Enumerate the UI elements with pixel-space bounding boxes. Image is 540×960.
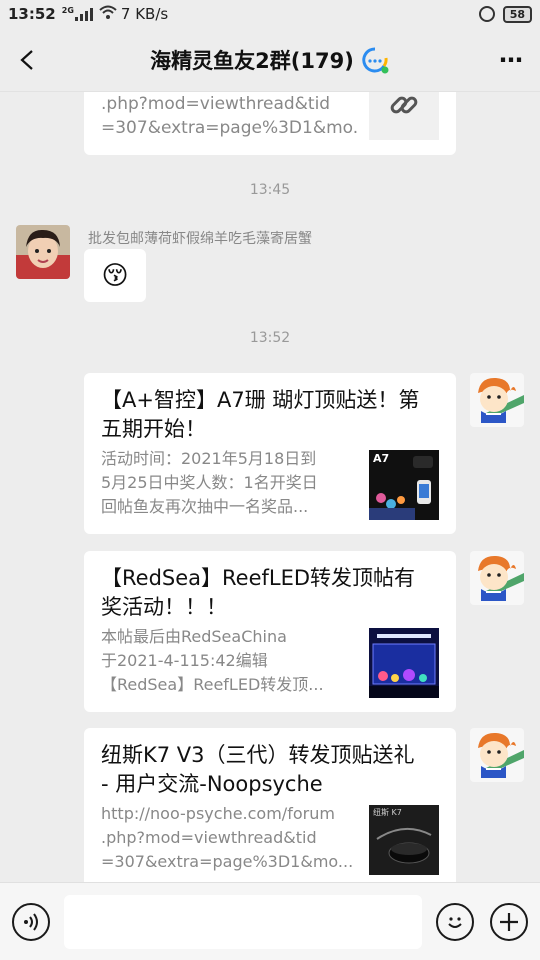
- status-time: 13:52: [8, 5, 56, 23]
- network-type: 2G: [61, 6, 74, 15]
- card-title-line: 奖活动！！！: [101, 595, 227, 619]
- card-title-line: 【RedSea】ReefLED转发顶帖有: [101, 566, 416, 590]
- my-avatar[interactable]: [470, 373, 524, 427]
- card-thumbnail: 纽斯 K7: [369, 805, 439, 875]
- more-dots-icon: ⋯: [499, 45, 525, 74]
- sender-avatar[interactable]: [16, 225, 70, 279]
- link-card[interactable]: 【RedSea】ReefLED转发顶帖有 奖活动！！！ 本帖最后由RedSeaC…: [84, 551, 456, 712]
- link-card[interactable]: 纽斯K7 V3（三代）转发顶贴送礼 - 用户交流-Noopsyche http:…: [84, 728, 456, 882]
- sender-name: 批发包邮薄荷虾假绵羊吃毛藻寄居蟹: [88, 231, 312, 247]
- signal-icon: [74, 7, 93, 21]
- link-card-partial[interactable]: .php?mod=viewthread&tid =307&extra=page%…: [84, 92, 456, 155]
- chat-title: 海精灵鱼友2群(179): [150, 48, 354, 73]
- qq-group-icon: [360, 45, 390, 75]
- link-icon: [369, 92, 439, 140]
- chat-header: 海精灵鱼友2群(179) ⋯: [0, 28, 540, 92]
- card-desc-line: =307&extra=page%3D1&mo...: [101, 118, 359, 138]
- emoji-icon: [448, 916, 462, 928]
- message-list[interactable]: .php?mod=viewthread&tid =307&extra=page%…: [0, 92, 540, 882]
- status-bar: 13:52 2G 7 KB/s 58: [0, 0, 540, 28]
- card-desc-line: 【RedSea】ReefLED转发顶...: [101, 675, 324, 694]
- more-button[interactable]: ⋯: [484, 28, 540, 92]
- emoji-button[interactable]: [436, 902, 474, 941]
- wifi-icon: [99, 5, 117, 23]
- voice-button[interactable]: [12, 902, 50, 941]
- emoji-message[interactable]: 😚: [84, 249, 146, 302]
- card-desc-line: 5月25日中奖人数：1名开奖日: [101, 473, 318, 492]
- my-avatar[interactable]: [470, 728, 524, 782]
- card-title-line: - 用户交流-Noopsyche: [101, 772, 323, 796]
- card-desc-line: 回帖鱼友再次抽中一名奖品...: [101, 497, 309, 516]
- chevron-left-icon: [20, 49, 33, 70]
- my-avatar[interactable]: [470, 551, 524, 605]
- message-input[interactable]: [64, 894, 422, 949]
- kissing-face-emoji: 😚: [101, 260, 129, 291]
- card-desc-line: .php?mod=viewthread&tid: [101, 94, 331, 114]
- plus-icon: [500, 912, 518, 931]
- plus-button[interactable]: [490, 902, 528, 941]
- chat-title-area[interactable]: 海精灵鱼友2群(179): [56, 45, 484, 75]
- card-desc-line: =307&extra=page%3D1&mo...: [101, 852, 354, 871]
- input-bar: [0, 882, 540, 960]
- card-title-line: 五期开始！: [101, 417, 206, 441]
- voice-icon: [24, 912, 38, 931]
- card-title-line: 纽斯K7 V3（三代）转发顶贴送礼: [101, 743, 415, 767]
- card-desc-line: 活动时间：2021年5月18日到: [101, 449, 317, 468]
- network-speed: 7 KB/s: [120, 5, 169, 23]
- card-title-line: 【A+智控】A7珊 瑚灯顶贴送！第: [101, 388, 420, 412]
- card-thumbnail: [369, 628, 439, 698]
- timestamp: 13:52: [249, 330, 291, 346]
- battery-indicator: 58: [502, 5, 532, 23]
- link-card[interactable]: 【A+智控】A7珊 瑚灯顶贴送！第 五期开始！ 活动时间：2021年5月18日到…: [84, 373, 456, 534]
- card-desc-line: 本帖最后由RedSeaChina: [101, 627, 287, 646]
- card-desc-line: http://noo-psyche.com/forum: [101, 804, 335, 823]
- card-desc-line: .php?mod=viewthread&tid: [101, 828, 317, 847]
- rotation-lock-icon: [478, 6, 495, 22]
- timestamp: 13:45: [249, 182, 291, 198]
- back-button[interactable]: [0, 28, 56, 92]
- card-thumbnail: A7: [369, 450, 439, 520]
- card-desc-line: 于2021-4-115:42编辑: [101, 651, 268, 670]
